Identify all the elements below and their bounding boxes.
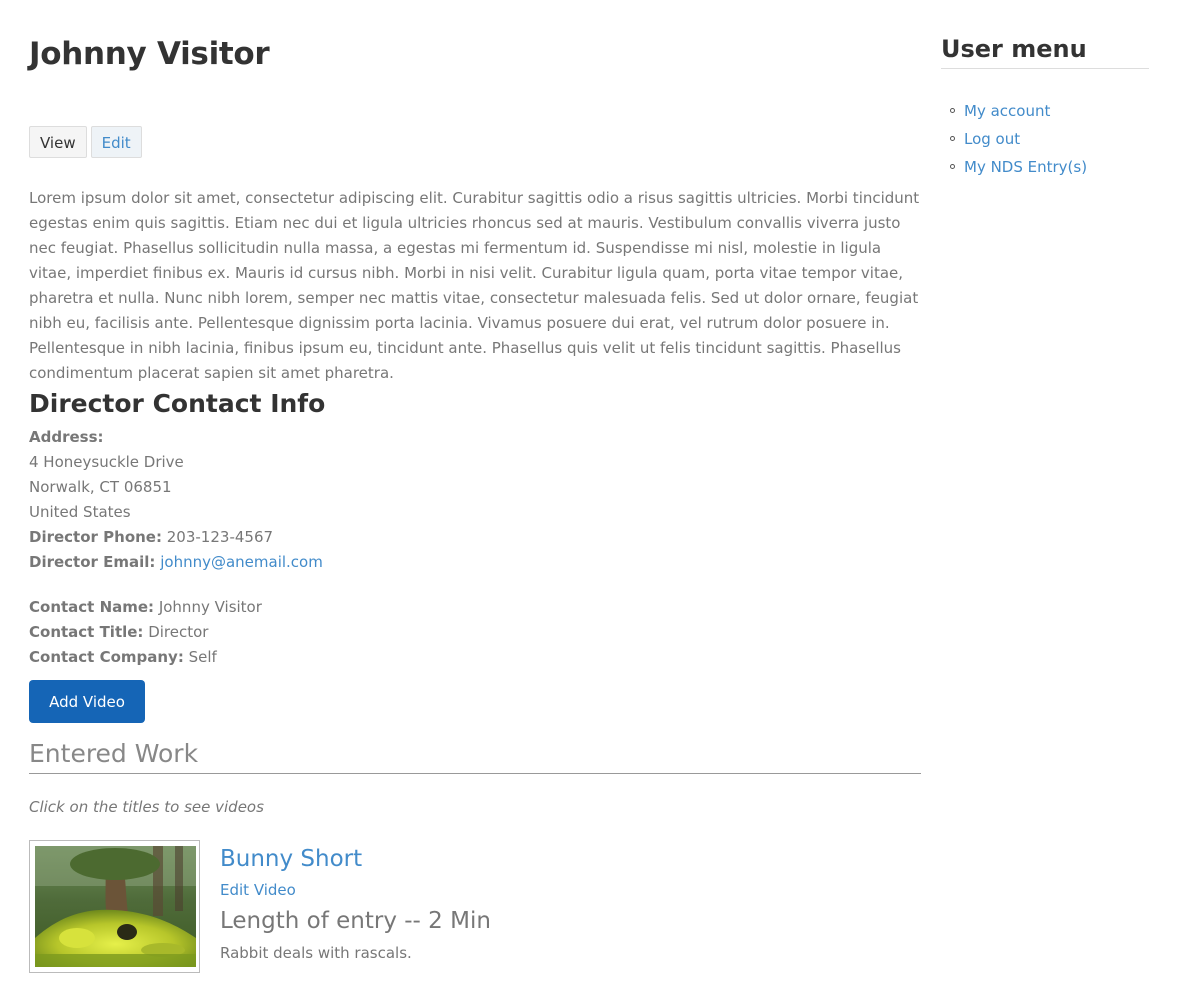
address-line-2: Norwalk, CT 06851	[29, 478, 172, 496]
contact-title-label: Contact Title:	[29, 623, 144, 641]
divider	[29, 773, 921, 774]
director-phone-row: Director Phone: 203-123-4567	[29, 525, 921, 550]
contact-name: Johnny Visitor	[158, 598, 262, 616]
menu-item-log-out: Log out	[941, 125, 1087, 153]
add-video-button[interactable]: Add Video	[29, 680, 145, 723]
user-menu: My account Log out My NDS Entry(s)	[941, 97, 1087, 181]
entered-work-heading: Entered Work	[29, 739, 199, 768]
log-out-link[interactable]: Log out	[964, 130, 1020, 148]
contact-title-row: Contact Title: Director	[29, 620, 921, 645]
address-label-row: Address:	[29, 425, 921, 450]
user-menu-heading: User menu	[941, 35, 1087, 63]
contact-company: Self	[188, 648, 217, 666]
director-email-row: Director Email: johnny@anemail.com	[29, 550, 921, 575]
director-phone: 203-123-4567	[166, 528, 274, 546]
my-nds-entries-link[interactable]: My NDS Entry(s)	[964, 158, 1087, 176]
bio-text: Lorem ipsum dolor sit amet, consectetur …	[29, 189, 920, 382]
sidebar-divider	[941, 68, 1149, 69]
menu-item-my-nds-entries: My NDS Entry(s)	[941, 153, 1087, 181]
entered-work-hint: Click on the titles to see videos	[29, 798, 264, 816]
page-title: Johnny Visitor	[29, 36, 270, 72]
menu-item-my-account: My account	[941, 97, 1087, 125]
director-contact-info: Address: 4 Honeysuckle Drive Norwalk, CT…	[29, 425, 921, 575]
contact-title: Director	[148, 623, 209, 641]
video-thumbnail[interactable]	[29, 840, 200, 973]
contact-company-row: Contact Company: Self	[29, 645, 921, 670]
tab-edit[interactable]: Edit	[90, 126, 142, 158]
address-line-3: United States	[29, 503, 131, 521]
work-title-link[interactable]: Bunny Short	[220, 846, 362, 872]
address-label: Address:	[29, 428, 104, 446]
tabs: View Edit	[29, 126, 142, 158]
bullet-icon	[950, 108, 955, 113]
director-email-label: Director Email:	[29, 553, 156, 571]
contact-name-row: Contact Name: Johnny Visitor	[29, 595, 921, 620]
contact-name-label: Contact Name:	[29, 598, 155, 616]
tab-view[interactable]: View	[29, 126, 87, 158]
bullet-icon	[950, 164, 955, 169]
director-email-link[interactable]: johnny@anemail.com	[160, 553, 323, 571]
my-account-link[interactable]: My account	[964, 102, 1050, 120]
work-length: Length of entry -- 2 Min	[220, 908, 491, 934]
contact-company-label: Contact Company:	[29, 648, 184, 666]
bullet-icon	[950, 136, 955, 141]
work-description: Rabbit deals with rascals.	[220, 944, 412, 962]
contact-info: Contact Name: Johnny Visitor Contact Tit…	[29, 595, 921, 670]
edit-video-link[interactable]: Edit Video	[220, 881, 296, 899]
address-line-1: 4 Honeysuckle Drive	[29, 453, 184, 471]
director-contact-heading: Director Contact Info	[29, 389, 326, 418]
director-phone-label: Director Phone:	[29, 528, 162, 546]
video-thumbnail-image	[35, 846, 196, 967]
